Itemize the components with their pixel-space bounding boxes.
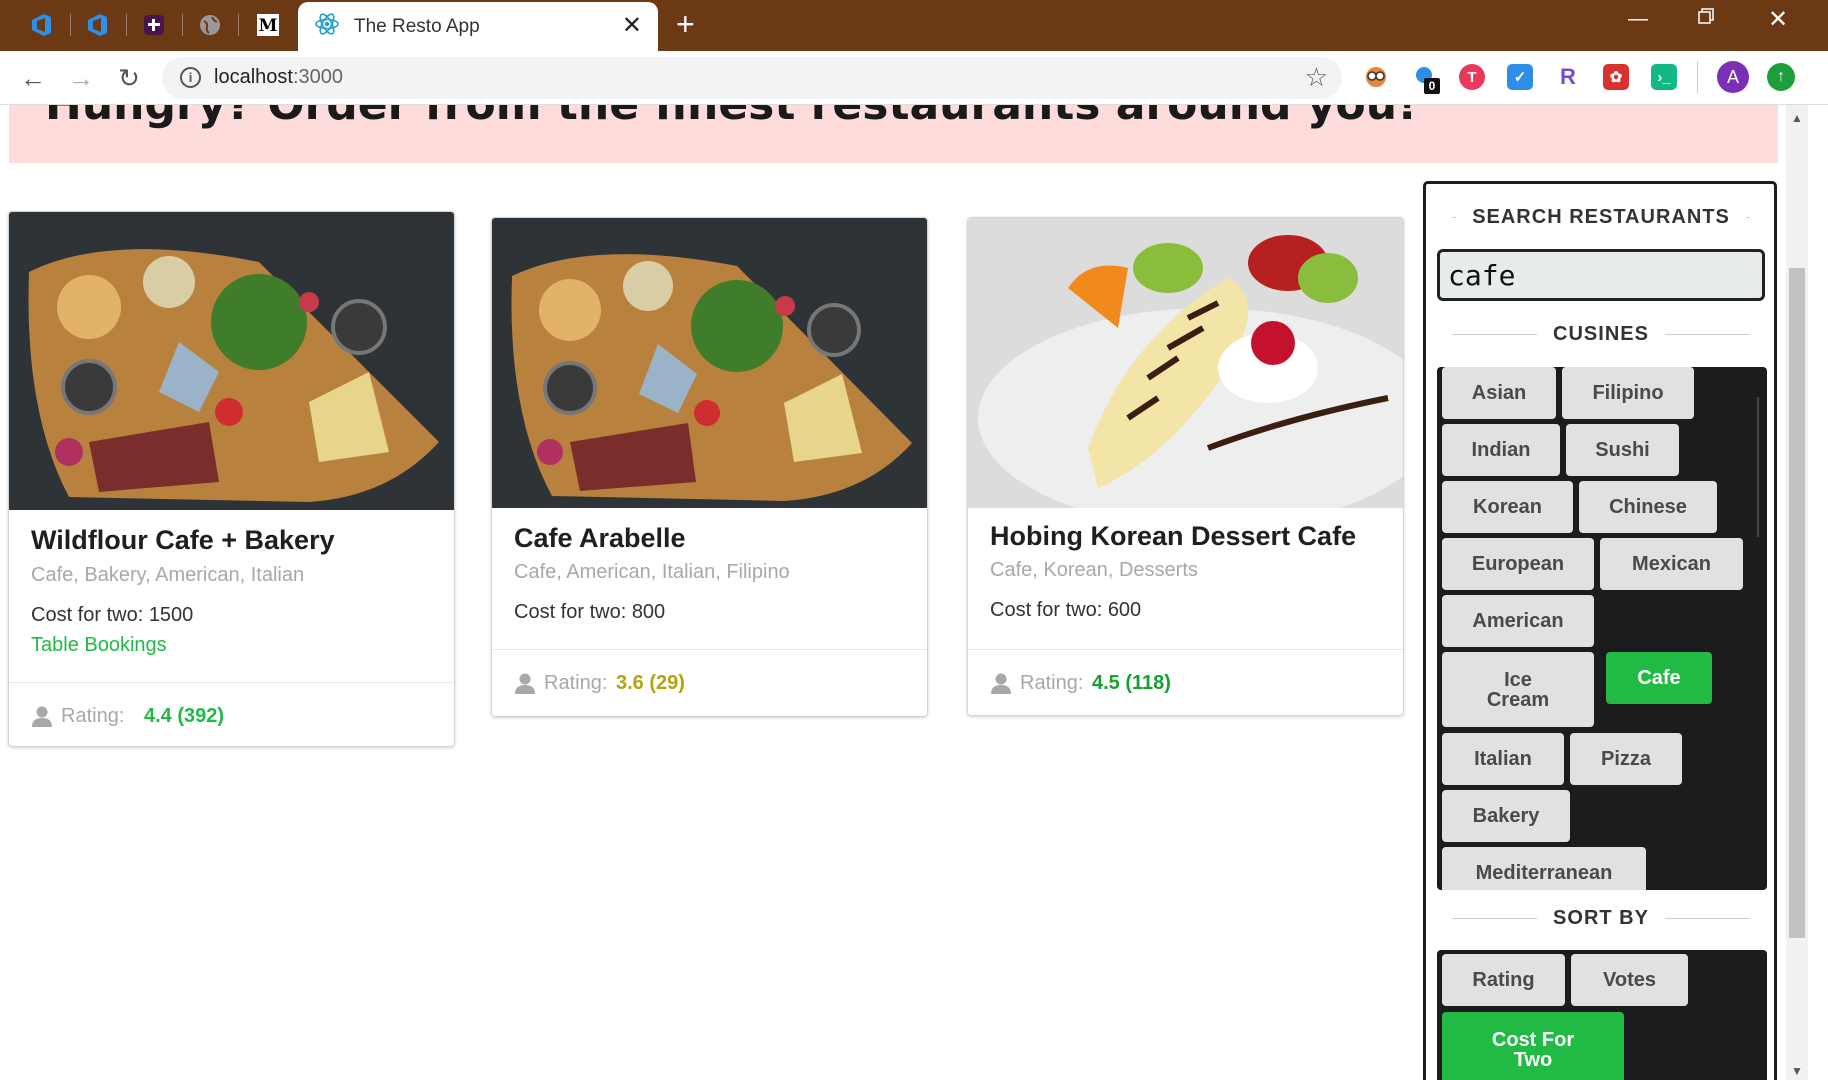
sort-votes-button[interactable]: Votes bbox=[1571, 954, 1688, 1006]
azure-devops-icon[interactable] bbox=[24, 9, 60, 41]
cuisine-chip-sushi[interactable]: Sushi bbox=[1566, 424, 1679, 476]
cuisine-chip-bakery[interactable]: Bakery bbox=[1442, 790, 1570, 842]
restaurant-cost: Cost for two: 600 bbox=[990, 599, 1142, 621]
restaurant-image bbox=[968, 218, 1403, 528]
cuisine-chip-european[interactable]: European bbox=[1442, 538, 1594, 590]
table-booking-label: Table Bookings bbox=[31, 634, 167, 656]
restaurant-name[interactable]: Cafe Arabelle bbox=[514, 523, 686, 554]
rating-value: 3.6 (29) bbox=[616, 672, 685, 694]
page-scrollbar[interactable]: ▲ ▼ bbox=[1786, 105, 1808, 1080]
bookmark-star-icon[interactable]: ☆ bbox=[1305, 62, 1328, 93]
new-tab-button[interactable]: + bbox=[676, 8, 695, 40]
cuisine-chip-indian[interactable]: Indian bbox=[1442, 424, 1560, 476]
cuisine-chip-american[interactable]: American bbox=[1442, 595, 1594, 647]
restaurant-cuisines: Cafe, Korean, Desserts bbox=[990, 559, 1198, 581]
medium-icon[interactable]: M bbox=[250, 9, 286, 41]
extension-r-icon[interactable]: R bbox=[1555, 64, 1581, 90]
restaurant-card[interactable]: Wildflour Cafe + Bakery Cafe, Bakery, Am… bbox=[8, 211, 455, 747]
cuisine-chip-ice-cream[interactable]: Ice Cream bbox=[1442, 652, 1594, 727]
site-info-icon[interactable]: i bbox=[180, 67, 201, 88]
browser-toolbar: ← → ↻ i localhost:3000 ☆ 0 T ✓ R ✿ ›_ A … bbox=[0, 51, 1828, 105]
slack-icon[interactable] bbox=[136, 9, 172, 41]
user-icon bbox=[32, 706, 52, 727]
sort-cost-for-two-button[interactable]: Cost For Two bbox=[1442, 1012, 1624, 1080]
rating-label: Rating: bbox=[61, 705, 125, 727]
azure-devops-icon[interactable] bbox=[80, 9, 116, 41]
restaurant-image bbox=[492, 218, 927, 508]
cuisine-panel-scrollbar[interactable] bbox=[1757, 397, 1759, 537]
extension-bug-icon[interactable] bbox=[1363, 64, 1389, 90]
card-footer: Rating: 4.4 (392) bbox=[9, 682, 454, 746]
restaurant-image bbox=[9, 212, 454, 510]
user-icon bbox=[991, 673, 1011, 694]
sort-rating-button[interactable]: Rating bbox=[1442, 954, 1565, 1006]
reload-icon[interactable]: ↻ bbox=[112, 61, 146, 95]
cuisine-filter-panel: Asian Filipino Indian Sushi Korean Chine… bbox=[1437, 367, 1767, 890]
tab-title: The Resto App bbox=[354, 15, 480, 37]
search-input[interactable]: cafe bbox=[1437, 249, 1765, 301]
address-bar[interactable]: i localhost:3000 ☆ bbox=[162, 57, 1342, 99]
sort-panel: Rating Votes Cost For Two bbox=[1437, 950, 1767, 1080]
restaurant-card[interactable]: Cafe Arabelle Cafe, American, Italian, F… bbox=[491, 217, 928, 717]
restaurant-cost: Cost for two: 1500 bbox=[31, 604, 194, 626]
cuisine-chip-cafe[interactable]: Cafe bbox=[1606, 652, 1712, 704]
sort-heading: SORT BY bbox=[1436, 905, 1766, 931]
cuisine-chip-filipino[interactable]: Filipino bbox=[1562, 367, 1694, 419]
restore-icon[interactable] bbox=[1697, 7, 1715, 31]
cuisine-chip-mexican[interactable]: Mexican bbox=[1600, 538, 1743, 590]
update-icon[interactable]: ↑ bbox=[1767, 63, 1795, 91]
extension-puzzle-icon[interactable]: ✿ bbox=[1603, 64, 1629, 90]
hero-banner: Hungry? Order from the finest restaurant… bbox=[9, 105, 1778, 163]
card-footer: Rating: 4.5 (118) bbox=[968, 649, 1403, 715]
scrollbar-thumb[interactable] bbox=[1789, 268, 1805, 938]
search-heading: SEARCH RESTAURANTS bbox=[1436, 204, 1766, 230]
page-viewport: Hungry? Order from the finest restaurant… bbox=[0, 105, 1786, 1080]
rating-label: Rating: bbox=[544, 672, 608, 694]
extension-t-icon[interactable]: T bbox=[1459, 64, 1485, 90]
rating-value: 4.5 (118) bbox=[1092, 672, 1171, 694]
restaurant-cuisines: Cafe, Bakery, American, Italian bbox=[31, 564, 305, 586]
cuisine-chip-mediterranean[interactable]: Mediterranean bbox=[1442, 847, 1646, 890]
back-icon[interactable]: ← bbox=[16, 61, 50, 95]
extension-terminal-icon[interactable]: ›_ bbox=[1651, 64, 1677, 90]
rating-value: 4.4 (392) bbox=[144, 705, 225, 727]
browser-tab-bar: M The Resto App ✕ + — ✕ bbox=[0, 0, 1828, 51]
restaurant-card[interactable]: Hobing Korean Dessert Cafe Cafe, Korean,… bbox=[967, 217, 1404, 716]
cuisine-chip-korean[interactable]: Korean bbox=[1442, 481, 1573, 533]
forward-icon[interactable]: → bbox=[64, 61, 98, 95]
url-text: localhost:3000 bbox=[214, 66, 343, 88]
extension-badge-count: 0 bbox=[1424, 78, 1440, 94]
scroll-down-icon[interactable]: ▼ bbox=[1791, 1064, 1803, 1078]
restaurant-name[interactable]: Hobing Korean Dessert Cafe bbox=[990, 521, 1356, 552]
cuisine-chip-pizza[interactable]: Pizza bbox=[1570, 733, 1682, 785]
cuisines-heading: CUSINES bbox=[1436, 321, 1766, 347]
restaurant-cost: Cost for two: 800 bbox=[514, 601, 666, 623]
extension-check-icon[interactable]: ✓ bbox=[1507, 64, 1533, 90]
card-footer: Rating: 3.6 (29) bbox=[492, 649, 927, 716]
close-tab-icon[interactable]: ✕ bbox=[622, 14, 642, 38]
cuisine-chip-asian[interactable]: Asian bbox=[1442, 367, 1556, 419]
user-icon bbox=[515, 673, 535, 694]
restaurant-name[interactable]: Wildflour Cafe + Bakery bbox=[31, 525, 335, 556]
react-icon bbox=[314, 11, 340, 42]
globe-icon[interactable] bbox=[192, 9, 228, 41]
restaurant-cuisines: Cafe, American, Italian, Filipino bbox=[514, 561, 790, 583]
scroll-up-icon[interactable]: ▲ bbox=[1791, 111, 1803, 125]
filter-sidebar: SEARCH RESTAURANTS cafe CUSINES Asian Fi… bbox=[1423, 181, 1777, 1080]
cuisine-chip-italian[interactable]: Italian bbox=[1442, 733, 1564, 785]
cuisine-chip-chinese[interactable]: Chinese bbox=[1579, 481, 1717, 533]
tab-the-resto-app[interactable]: The Resto App ✕ bbox=[298, 2, 658, 51]
close-window-icon[interactable]: ✕ bbox=[1768, 5, 1788, 34]
profile-avatar[interactable]: A bbox=[1717, 61, 1749, 93]
rating-label: Rating: bbox=[1020, 672, 1084, 694]
page-title: Hungry? Order from the finest restaurant… bbox=[45, 105, 1417, 130]
minimize-icon[interactable]: — bbox=[1628, 8, 1648, 31]
svg-text:M: M bbox=[259, 16, 278, 36]
